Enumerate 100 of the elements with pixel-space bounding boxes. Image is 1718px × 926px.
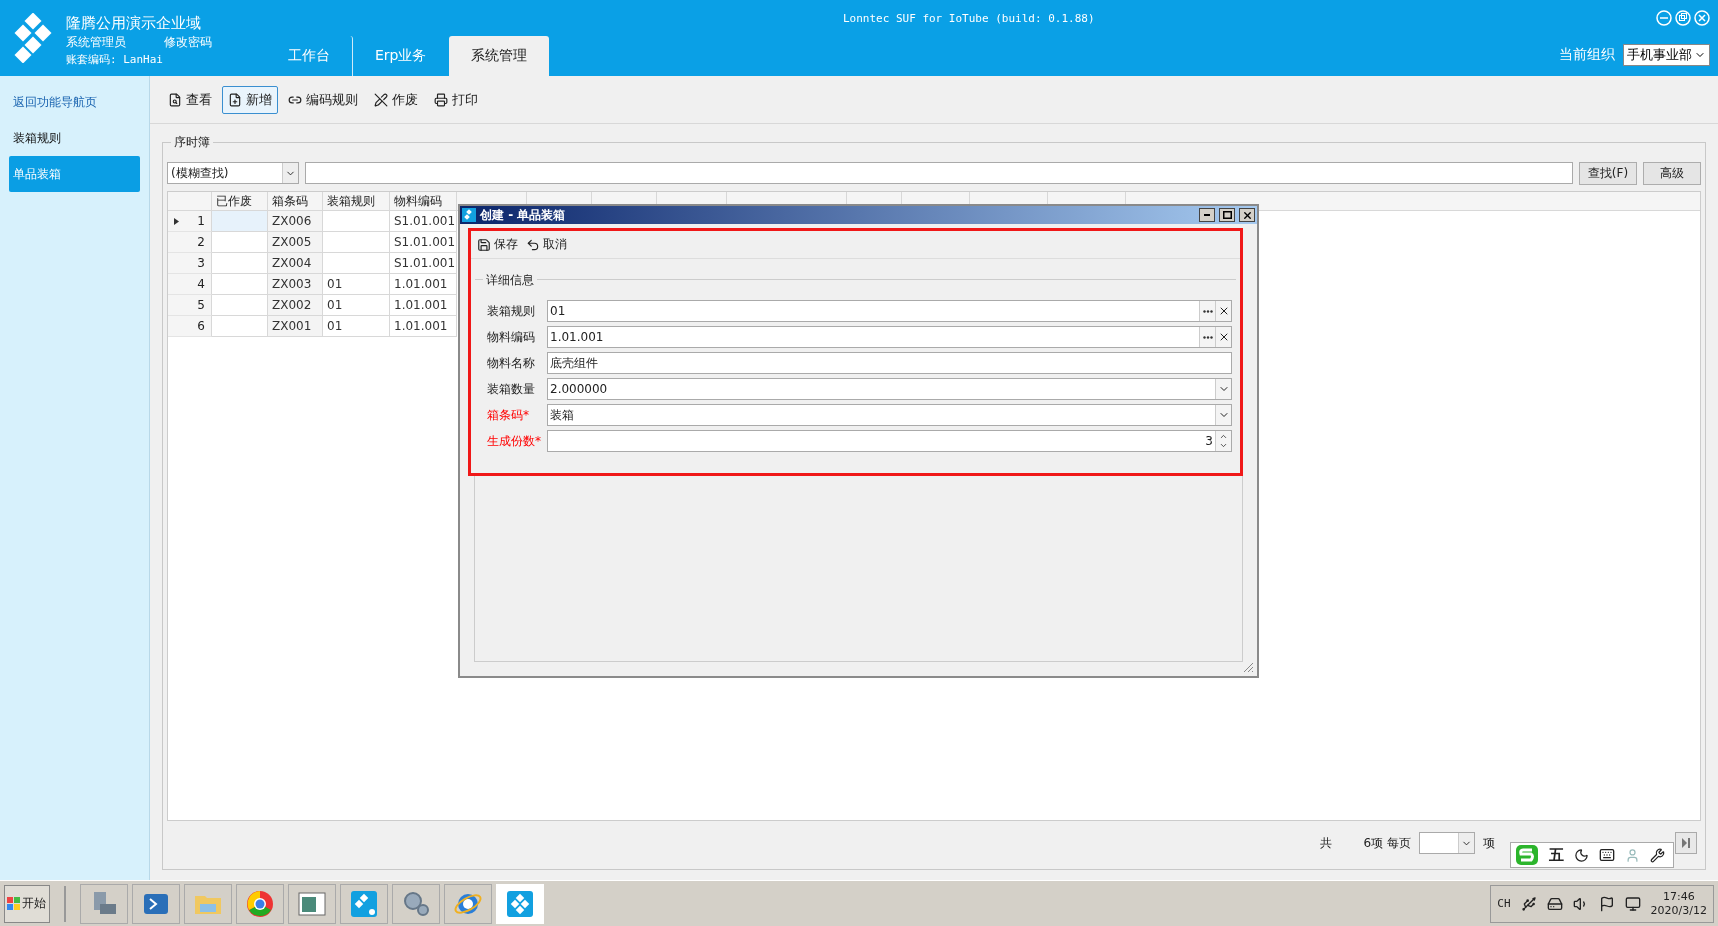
undo-icon bbox=[526, 237, 540, 252]
current-row-icon bbox=[174, 217, 179, 225]
input-field[interactable]: 01 bbox=[547, 300, 1232, 322]
taskbar-button[interactable] bbox=[340, 883, 388, 924]
table-cell: ZX001 bbox=[268, 316, 323, 337]
chevron-down-icon bbox=[1219, 441, 1228, 450]
table-cell: ZX002 bbox=[268, 295, 323, 316]
input-field[interactable]: 装箱 bbox=[547, 404, 1232, 426]
table-cell: ZX004 bbox=[268, 253, 323, 274]
usb-icon bbox=[1520, 895, 1537, 912]
org-select[interactable]: 手机事业部 bbox=[1623, 44, 1710, 66]
back-link[interactable]: 返回功能导航页 bbox=[9, 84, 140, 120]
row-header[interactable]: 1 bbox=[168, 211, 212, 232]
file-plus-icon bbox=[228, 92, 242, 107]
table-cell: ZX005 bbox=[268, 232, 323, 253]
search-field[interactable] bbox=[305, 162, 1573, 184]
search-mode-select[interactable]: (模糊查找) bbox=[167, 162, 299, 184]
input-field[interactable]: 3 bbox=[547, 430, 1232, 452]
dialog-action-button[interactable]: 保存 bbox=[477, 236, 518, 253]
input-field[interactable]: 1.01.001 bbox=[547, 326, 1232, 348]
group-title: 序时簿 bbox=[171, 134, 213, 151]
table-cell: 01 bbox=[323, 274, 390, 295]
table-cell bbox=[212, 316, 268, 337]
column-header: 物料编码 bbox=[390, 192, 457, 210]
clock-time: 17:46 bbox=[1662, 889, 1695, 904]
pen-off-icon bbox=[374, 92, 388, 107]
toolbar-button[interactable]: 新增 bbox=[222, 85, 278, 114]
row-header[interactable]: 5 bbox=[168, 295, 212, 316]
build-title: Lonntec SUF for IoTube (build: 0.1.88) bbox=[842, 12, 1095, 27]
taskbar-button[interactable] bbox=[236, 883, 284, 924]
maximize-button[interactable] bbox=[1219, 208, 1235, 222]
field-label: 物料编码 bbox=[487, 328, 536, 346]
language-indicator[interactable]: CH bbox=[1497, 897, 1511, 910]
ellipsis-icon[interactable] bbox=[1202, 335, 1213, 339]
table-cell: ZX003 bbox=[268, 274, 323, 295]
user-name: 系统管理员 bbox=[66, 34, 126, 51]
moon-icon bbox=[1574, 847, 1589, 863]
page-size-select[interactable] bbox=[1419, 832, 1475, 854]
table-cell: 01 bbox=[323, 295, 390, 316]
save-icon bbox=[477, 237, 491, 252]
ime-logo-icon[interactable] bbox=[1515, 844, 1539, 866]
user-icon bbox=[1625, 847, 1640, 863]
close-button[interactable] bbox=[1239, 208, 1255, 222]
input-field[interactable]: 2.000000 bbox=[547, 378, 1232, 400]
domain-title: 隆腾公用演示企业域 bbox=[66, 14, 202, 33]
restore-button[interactable] bbox=[1675, 10, 1691, 26]
chevron-up-icon bbox=[1219, 432, 1228, 441]
monitor-icon bbox=[1624, 895, 1641, 912]
resize-grip-icon[interactable] bbox=[1242, 661, 1254, 673]
field-label: 装箱数量 bbox=[487, 380, 536, 398]
table-cell bbox=[212, 253, 268, 274]
field-label: 箱条码* bbox=[487, 406, 530, 424]
flag-icon bbox=[1598, 895, 1615, 912]
file-search-icon bbox=[168, 92, 182, 107]
taskbar-button[interactable] bbox=[392, 883, 440, 924]
taskbar-button[interactable] bbox=[288, 883, 336, 924]
total-label: 共 bbox=[1319, 834, 1332, 852]
taskbar-button[interactable] bbox=[80, 883, 128, 924]
item-count: 6项 每页 bbox=[1363, 834, 1411, 852]
toolbar-button[interactable]: 查看 bbox=[162, 85, 218, 114]
field-label: 装箱规则 bbox=[487, 302, 536, 320]
minimize-icon bbox=[1204, 214, 1210, 216]
dialog-action-button[interactable]: 取消 bbox=[526, 236, 567, 253]
table-cell bbox=[212, 274, 268, 295]
keyboard-icon bbox=[1599, 847, 1615, 863]
toolbar-button[interactable]: 作废 bbox=[368, 85, 424, 114]
account-code: 账套编码: LanHai bbox=[66, 52, 164, 67]
taskbar-button[interactable] bbox=[444, 883, 492, 924]
maximize-icon bbox=[1222, 211, 1232, 219]
ellipsis-icon[interactable] bbox=[1202, 309, 1213, 313]
toolbar-button[interactable]: 编码规则 bbox=[282, 85, 364, 114]
org-label: 当前组织 bbox=[1559, 46, 1615, 64]
search-button[interactable]: 查找(F) bbox=[1579, 161, 1637, 185]
row-header[interactable]: 3 bbox=[168, 253, 212, 274]
unit-label: 项 bbox=[1483, 834, 1495, 852]
dialog-title: 创建 - 单品装箱 bbox=[480, 206, 567, 224]
start-button[interactable]: 开始 bbox=[4, 884, 50, 923]
column-header: 箱条码 bbox=[268, 192, 323, 210]
table-cell: ZX006 bbox=[268, 211, 323, 232]
section-title: 详细信息 bbox=[483, 272, 537, 289]
table-cell: S1.01.001 bbox=[390, 232, 457, 253]
sidebar-item[interactable]: 装箱规则 bbox=[9, 120, 140, 156]
table-cell: 1.01.001 bbox=[390, 274, 457, 295]
toolbar-button[interactable]: 打印 bbox=[428, 85, 484, 114]
nav-tab[interactable]: 系统管理 bbox=[448, 36, 549, 76]
row-header[interactable]: 6 bbox=[168, 316, 212, 337]
search-button[interactable]: 高级 bbox=[1643, 161, 1701, 185]
row-header[interactable]: 4 bbox=[168, 274, 212, 295]
column-header: 已作废 bbox=[212, 192, 268, 210]
drive-icon bbox=[1546, 895, 1563, 912]
minimize-button[interactable] bbox=[1199, 208, 1215, 222]
taskbar-button[interactable] bbox=[132, 883, 180, 924]
input-field[interactable]: 底壳组件 bbox=[547, 352, 1232, 374]
input-mode[interactable]: 五 bbox=[1549, 845, 1564, 865]
last-page-button[interactable] bbox=[1675, 832, 1697, 854]
row-header[interactable]: 2 bbox=[168, 232, 212, 253]
table-cell: S1.01.001 bbox=[390, 253, 457, 274]
table-cell bbox=[212, 232, 268, 253]
table-cell: S1.01.001 bbox=[390, 211, 457, 232]
table-cell: 1.01.001 bbox=[390, 316, 457, 337]
